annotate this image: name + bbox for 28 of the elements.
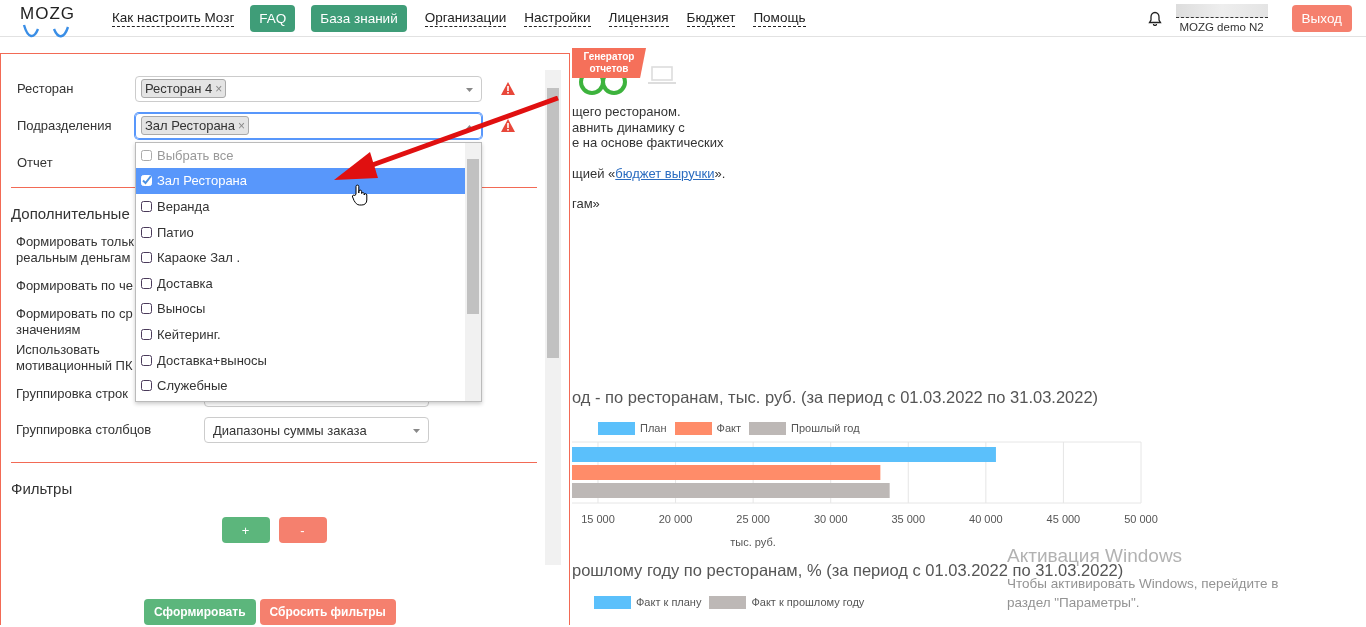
axis-label: тыс. руб. (730, 535, 776, 548)
tick-label: 30 000 (813, 512, 848, 525)
option-label: Формировать тольк реальным деньгам (16, 234, 135, 266)
tick-label: 20 000 (658, 512, 693, 525)
intro-text: авнить динамику с (572, 119, 685, 135)
option-label: Группировка столбцов (16, 422, 153, 438)
intro-text: гам» (572, 196, 600, 212)
report-generator-badge: Генератор отчетов (572, 48, 646, 78)
option-label: Использовать мотивационный ПК (16, 342, 134, 374)
tick-label: 50 000 (1124, 512, 1158, 525)
field-label: Подразделения (16, 118, 113, 133)
tick-label: 25 000 (736, 512, 770, 525)
intro-text: е на основе фактических (572, 135, 724, 151)
section-title: Дополнительные (11, 205, 130, 222)
chart-title: од - по ресторанам, тыс. руб. (за период с 01.03.2022 по 31.03.2022) (572, 387, 1099, 407)
tick-label: 45 000 (1046, 512, 1081, 525)
chip-label: Ресторан 4 (145, 81, 213, 96)
field-label: Отчет (16, 155, 54, 170)
option-label: Формировать по ср значениям (16, 306, 134, 338)
section-title: Фильтры (11, 480, 73, 497)
tick-label: 40 000 (969, 512, 1003, 525)
intro-text: щией «бюджет выручки». (572, 165, 726, 181)
chip-label: Зал Ресторана (145, 118, 236, 133)
tick-label: 35 000 (891, 512, 926, 525)
option-label: Формировать по че (16, 278, 134, 294)
intro-text: щего рестораном. (572, 104, 681, 120)
field-label: Ресторан (16, 81, 75, 96)
tick-label: 15 000 (581, 512, 615, 525)
